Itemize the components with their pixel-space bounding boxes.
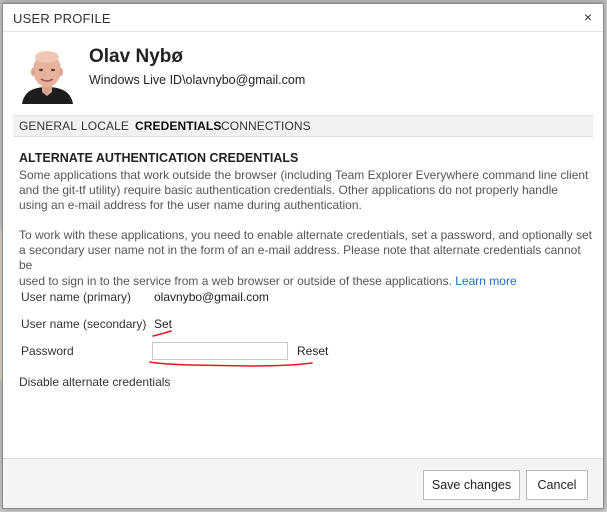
description-paragraph-2: To work with these applications, you nee…	[19, 228, 595, 289]
save-changes-button[interactable]: Save changes	[423, 470, 520, 500]
tab-locale[interactable]: LOCALE	[81, 119, 129, 133]
paragraph-2-line: a secondary user name not in the form of…	[19, 243, 581, 273]
close-icon[interactable]: ×	[581, 10, 595, 24]
paragraph-1-line: using an e-mail address for the user nam…	[19, 198, 362, 213]
avatar	[16, 45, 79, 104]
tab-connections[interactable]: CONNECTIONS	[221, 119, 311, 133]
paragraph-1-line: and the git-tf utility) require basic au…	[19, 183, 558, 198]
tab-credentials[interactable]: CREDENTIALS	[135, 119, 221, 133]
reset-password-link[interactable]: Reset	[297, 344, 328, 358]
dialog-titlebar: USER PROFILE ×	[3, 4, 603, 32]
paragraph-1-line: Some applications that work outside the …	[19, 168, 589, 182]
learn-more-link[interactable]: Learn more	[455, 274, 516, 288]
tab-general[interactable]: GENERAL	[19, 119, 77, 133]
password-field[interactable]	[152, 342, 288, 360]
dialog-title: USER PROFILE	[13, 11, 111, 26]
user-display-name: Olav Nybø	[89, 46, 183, 67]
primary-username-value: olavnybo@gmail.com	[154, 290, 269, 304]
primary-username-label: User name (primary)	[21, 290, 132, 304]
password-label: Password	[21, 344, 74, 358]
secondary-username-label: User name (secondary)	[21, 317, 147, 331]
dialog-footer: Save changes Cancel	[3, 458, 603, 508]
user-profile-dialog: USER PROFILE × Olav Nybø Windows Live ID…	[2, 3, 604, 509]
section-title: ALTERNATE AUTHENTICATION CREDENTIALS	[19, 151, 299, 165]
user-account-id: Windows Live ID\olavnybo@gmail.com	[89, 73, 306, 87]
paragraph-2-line: used to sign in to the service from a we…	[19, 274, 595, 289]
paragraph-2-line-text: used to sign in to the service from a we…	[19, 273, 452, 288]
disable-credentials-link[interactable]: Disable alternate credentials	[19, 375, 170, 389]
paragraph-2-line: To work with these applications, you nee…	[19, 228, 593, 242]
set-secondary-link[interactable]: Set	[154, 317, 172, 331]
description-paragraph-1: Some applications that work outside the …	[19, 168, 595, 214]
cancel-button[interactable]: Cancel	[526, 470, 588, 500]
profile-tabs: GENERAL LOCALE CREDENTIALS CONNECTIONS	[13, 115, 593, 137]
